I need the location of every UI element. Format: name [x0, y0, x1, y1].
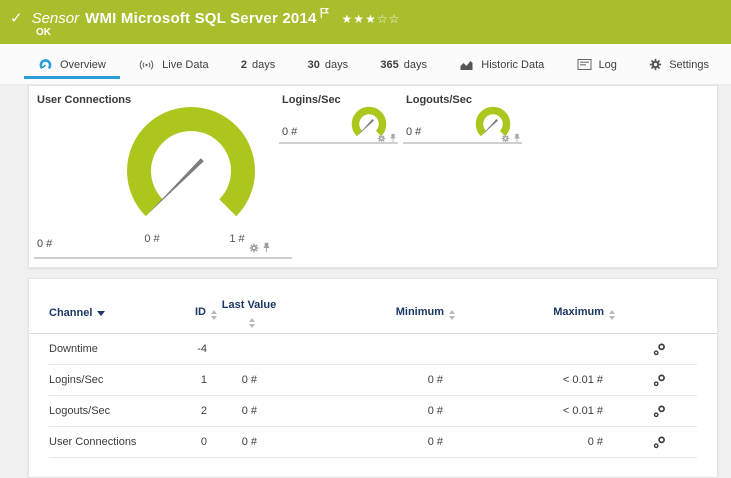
cell-id: 2 [200, 405, 207, 417]
cell-channel[interactable]: Logouts/Sec [49, 396, 171, 426]
strip-underline [279, 142, 398, 144]
cell-minimum: 0 # [427, 436, 443, 448]
live-signal-icon [138, 59, 155, 71]
cell-minimum: 0 # [427, 405, 443, 417]
gear-icon [649, 58, 662, 71]
tab-overview[interactable]: Overview [24, 49, 120, 79]
tab-2-days[interactable]: 2 days [227, 50, 289, 79]
cell-id: -4 [197, 343, 207, 355]
column-header-id[interactable]: ID [171, 306, 219, 320]
channels-table-panel: Channel ID Last Value Minimum Maximum Do… [28, 278, 718, 478]
cell-id: 1 [200, 374, 207, 386]
status-badge: OK [36, 27, 51, 38]
gauge-icon [38, 58, 53, 71]
tab-log[interactable]: Log [563, 50, 631, 79]
status-check-icon: ✓ [10, 10, 23, 27]
cell-channel[interactable]: Downtime [49, 334, 171, 364]
tab-settings-label: Settings [669, 58, 709, 71]
log-icon [577, 59, 592, 70]
cell-id: 0 [200, 436, 207, 448]
table-row[interactable]: Logouts/Sec 2 0 # 0 # < 0.01 # [49, 396, 697, 427]
tab-30-days-number: 30 [307, 58, 320, 71]
strip-underline [34, 257, 292, 259]
sensor-header: ✓ Sensor WMI Microsoft SQL Server 2014 ★… [0, 0, 731, 44]
cell-last-value: 0 # [241, 436, 257, 448]
column-header-last-value[interactable]: Last Value [219, 298, 279, 328]
column-header-minimum-label: Minimum [395, 306, 444, 318]
channel-settings-icon[interactable] [653, 396, 697, 426]
cell-last-value: 0 # [241, 405, 257, 417]
channel-gear-icon[interactable] [249, 243, 259, 256]
tab-365-days-label: days [403, 58, 427, 71]
tab-2-days-label: days [252, 58, 276, 71]
cell-channel[interactable]: User Connections [49, 427, 171, 457]
column-header-last-value-label: Last Value [221, 299, 277, 312]
sensor-type-label: Sensor [31, 10, 80, 27]
channel-settings-icon[interactable] [653, 334, 697, 364]
gauges-panel: User Connections 0 # 1 # 0 # Logins/Sec [28, 85, 718, 268]
strip-underline [403, 142, 522, 144]
cell-last-value: 0 # [241, 374, 257, 386]
tab-historic-data[interactable]: Historic Data [445, 50, 558, 79]
gauge-needle [147, 158, 204, 215]
tab-settings[interactable]: Settings [635, 49, 723, 79]
sort-icon [248, 317, 255, 328]
logouts-actions [501, 133, 521, 146]
tab-365-days-number: 365 [380, 58, 399, 71]
sort-icon [211, 310, 217, 320]
pin-icon[interactable] [389, 133, 397, 146]
pin-icon[interactable] [262, 242, 271, 256]
logouts-value: 0 # [406, 126, 422, 138]
stars-empty[interactable]: ☆☆ [377, 12, 401, 26]
priority-stars[interactable]: ★★★☆☆ [342, 13, 401, 25]
cell-maximum: < 0.01 # [562, 405, 603, 417]
gauge-title-logouts: Logouts/Sec [406, 94, 473, 106]
logins-actions [377, 133, 397, 146]
table-row[interactable]: Downtime -4 [49, 334, 697, 365]
sort-icon [609, 310, 615, 320]
cell-minimum: 0 # [427, 374, 443, 386]
user-connections-actions [249, 242, 271, 256]
tab-overview-label: Overview [60, 58, 106, 71]
user-connections-value: 0 # [37, 238, 53, 250]
cell-maximum: 0 # [587, 436, 603, 448]
channel-settings-icon[interactable] [653, 427, 697, 457]
column-header-minimum[interactable]: Minimum [279, 306, 455, 320]
cell-maximum: < 0.01 # [562, 374, 603, 386]
page-title: WMI Microsoft SQL Server 2014 [85, 10, 317, 27]
column-header-maximum-label: Maximum [553, 306, 604, 318]
tab-30-days[interactable]: 30 days [294, 50, 363, 79]
tab-30-days-label: days [324, 58, 349, 71]
pin-icon[interactable] [513, 133, 521, 146]
logins-value: 0 # [282, 126, 298, 138]
table-row[interactable]: User Connections 0 0 # 0 # 0 # [49, 427, 697, 458]
tab-bar: Overview Live Data 2 days 30 days 365 da… [0, 44, 731, 85]
area-chart-icon [459, 59, 474, 71]
table-body: Downtime -4 Logins/Sec 1 0 # 0 # < 0.01 … [29, 334, 717, 458]
gauge-title-logins: Logins/Sec [282, 94, 341, 106]
cell-channel[interactable]: Logins/Sec [49, 365, 171, 395]
stars-filled[interactable]: ★★★ [342, 12, 377, 26]
tab-historic-data-label: Historic Data [481, 58, 545, 71]
user-connections-gauge [127, 107, 255, 217]
tab-2-days-number: 2 [240, 58, 248, 71]
column-header-channel-label: Channel [49, 307, 93, 319]
column-header-id-label: ID [195, 306, 206, 318]
tab-live-data-label: Live Data [162, 58, 209, 71]
table-header: Channel ID Last Value Minimum Maximum [29, 279, 717, 334]
tab-365-days[interactable]: 365 days [366, 50, 441, 79]
sort-caret-icon [97, 310, 106, 316]
tab-log-label: Log [598, 58, 617, 71]
gauge-title-user-connections: User Connections [37, 94, 132, 106]
column-header-channel[interactable]: Channel [49, 307, 171, 319]
gauge-scale-min: 0 # [144, 233, 160, 245]
tab-live-data[interactable]: Live Data [124, 50, 222, 79]
table-row[interactable]: Logins/Sec 1 0 # 0 # < 0.01 # [49, 365, 697, 396]
priority-flag-icon[interactable] [320, 7, 330, 22]
column-header-maximum[interactable]: Maximum [455, 306, 615, 320]
channel-settings-icon[interactable] [653, 365, 697, 395]
